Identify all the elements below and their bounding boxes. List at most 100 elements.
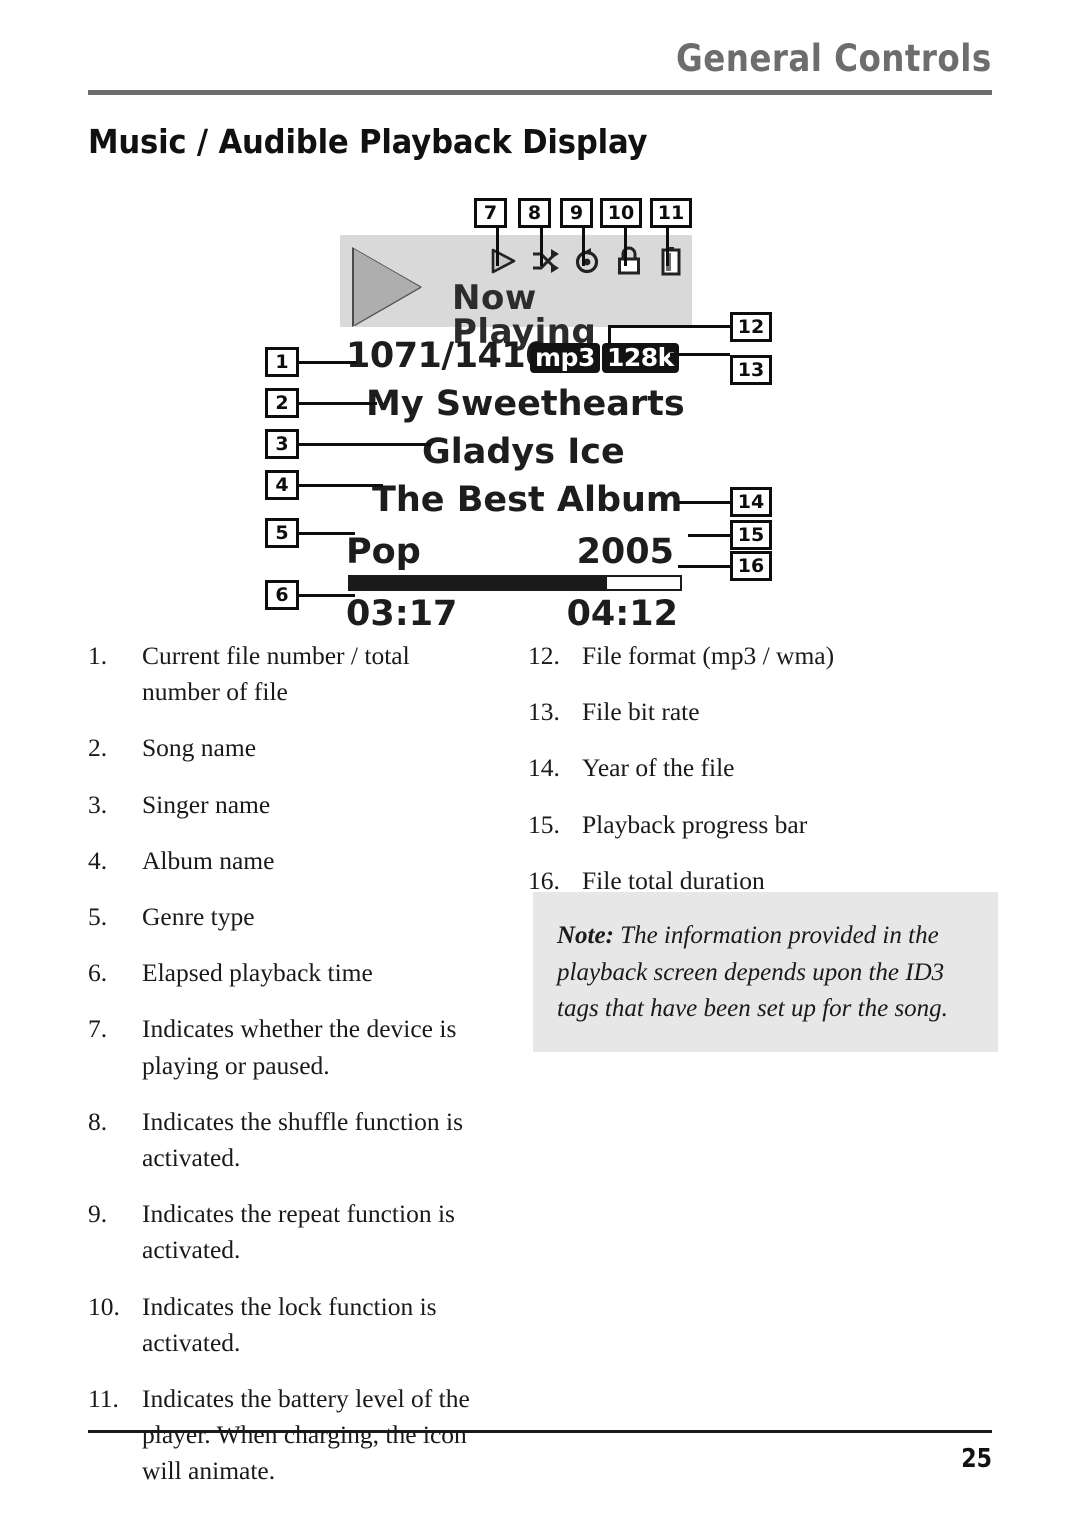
legend-item-text: Indicates the repeat function is activat… xyxy=(142,1199,455,1265)
page-number: 25 xyxy=(961,1444,992,1474)
leader-12a xyxy=(608,325,730,328)
legend-item-text: File bit rate xyxy=(582,697,700,727)
legend-item: 7. Indicates whether the device is playin… xyxy=(88,1011,488,1083)
elapsed-time-value: 03:17 xyxy=(346,594,458,634)
legend-item-number: 12. xyxy=(528,641,560,670)
lock-icon xyxy=(614,245,644,277)
legend-item-number: 15. xyxy=(528,809,560,839)
leader-16 xyxy=(678,565,730,568)
note-box: Note: The information provided in the pl… xyxy=(533,892,998,1052)
legend-item: 10. Indicates the lock function is activa… xyxy=(88,1289,488,1361)
legend-item-number: 6. xyxy=(88,958,108,988)
note-label: Note: xyxy=(557,922,614,949)
legend-item: 9. Indicates the repeat function is activ… xyxy=(88,1196,488,1268)
legend-item: 12. File format (mp3 / wma) xyxy=(528,638,948,674)
leader-11 xyxy=(666,228,669,266)
legend-item-number: 14. xyxy=(528,753,560,783)
callout-10: 10 xyxy=(600,198,642,228)
legend-item-number: 8. xyxy=(88,1106,108,1136)
callout-12: 12 xyxy=(730,312,772,342)
legend-item: 8. Indicates the shuffle function is acti… xyxy=(88,1104,488,1176)
running-head-title: General Controls xyxy=(676,37,992,80)
leader-1 xyxy=(299,361,357,364)
callout-7: 7 xyxy=(474,198,507,228)
genre-value: Pop xyxy=(346,532,421,572)
album-name-value: The Best Album xyxy=(372,480,683,520)
callout-3: 3 xyxy=(265,429,299,459)
legend-item-number: 7. xyxy=(88,1014,108,1044)
legend-item-number: 5. xyxy=(88,902,108,932)
file-number-value: 1071/1410 xyxy=(346,336,550,376)
callout-9: 9 xyxy=(560,198,593,228)
leader-12b xyxy=(608,325,611,345)
repeat-icon xyxy=(572,245,602,277)
legend-item-number: 4. xyxy=(88,845,108,875)
legend-item: 6. Elapsed playback time xyxy=(88,955,488,991)
callout-5: 5 xyxy=(265,518,299,548)
legend-item-text: Elapsed playback time xyxy=(142,958,373,988)
leader-8 xyxy=(540,228,543,266)
battery-icon xyxy=(656,245,686,277)
legend-item-number: 10. xyxy=(88,1291,120,1321)
lcd-screen: Now Playing 1071/1410 mp3 128k My Sweeth… xyxy=(340,235,692,632)
legend-item: 13. File bit rate xyxy=(528,694,948,730)
legend-item-number: 9. xyxy=(88,1199,108,1229)
footer-rule xyxy=(88,1430,992,1433)
leader-5 xyxy=(299,532,355,535)
legend-item-text: Song name xyxy=(142,733,257,763)
legend-item: 14. Year of the file xyxy=(528,750,948,786)
legend-list-right: 12. File format (mp3 / wma) 13. File bit ra… xyxy=(528,638,948,919)
legend-item: 1. Current file number / total number of … xyxy=(88,638,488,710)
legend-item-text: Current file number / total number of fi… xyxy=(142,641,410,707)
page-title: Music / Audible Playback Display xyxy=(88,122,648,161)
large-play-triangle-icon xyxy=(354,249,420,325)
legend-item-text: File total duration xyxy=(582,865,765,895)
legend-item-text: Year of the file xyxy=(582,753,735,783)
note-text: Note: The information provided in the pl… xyxy=(557,918,974,1028)
legend-item: 4. Album name xyxy=(88,843,488,879)
legend-item-number: 13. xyxy=(528,697,560,727)
legend-item-text: Indicates the shuffle function is activa… xyxy=(142,1106,464,1173)
legend-item-number: 3. xyxy=(88,789,108,819)
leader-6 xyxy=(299,594,355,597)
legend-item-number: 2. xyxy=(88,733,108,763)
callout-15: 15 xyxy=(730,520,772,550)
callout-1: 1 xyxy=(265,347,299,377)
leader-7 xyxy=(496,228,499,266)
running-head: General Controls xyxy=(88,40,992,77)
callout-2: 2 xyxy=(265,388,299,418)
total-time-value: 04:12 xyxy=(566,594,678,634)
play-icon xyxy=(488,245,518,277)
leader-3 xyxy=(299,443,431,446)
callout-8: 8 xyxy=(518,198,551,228)
legend-item-text: Indicates the lock function is activated… xyxy=(142,1291,437,1357)
legend-item-text: Playback progress bar xyxy=(582,809,808,839)
callout-16: 16 xyxy=(730,551,772,581)
status-icon-row xyxy=(488,241,688,281)
legend-item-number: 1. xyxy=(88,641,108,670)
legend-item: 3. Singer name xyxy=(88,787,488,823)
callout-13: 13 xyxy=(730,355,772,385)
leader-10 xyxy=(624,228,627,266)
legend-item-text: Album name xyxy=(142,845,275,875)
callout-14: 14 xyxy=(730,487,772,517)
legend-item: 5. Genre type xyxy=(88,899,488,935)
playback-progress-bar[interactable] xyxy=(348,575,682,591)
legend-item-text: Genre type xyxy=(142,902,255,932)
leader-13 xyxy=(670,353,730,356)
song-name-value: My Sweethearts xyxy=(366,384,685,424)
callout-4: 4 xyxy=(265,470,299,500)
leader-4 xyxy=(299,484,383,487)
leader-15 xyxy=(688,534,730,537)
legend-item: 15. Playback progress bar xyxy=(528,807,948,843)
callout-6: 6 xyxy=(265,580,299,610)
legend-item-text: Indicates whether the device is playing … xyxy=(142,1014,457,1080)
leader-9 xyxy=(582,228,585,266)
leader-2 xyxy=(299,402,377,405)
year-value: 2005 xyxy=(576,532,674,572)
leader-14 xyxy=(678,501,730,504)
bit-rate-badge: 128k xyxy=(602,343,679,373)
playback-progress-fill xyxy=(350,577,608,589)
legend-list-left: 1. Current file number / total number of … xyxy=(88,638,488,1510)
header-rule xyxy=(88,90,992,95)
